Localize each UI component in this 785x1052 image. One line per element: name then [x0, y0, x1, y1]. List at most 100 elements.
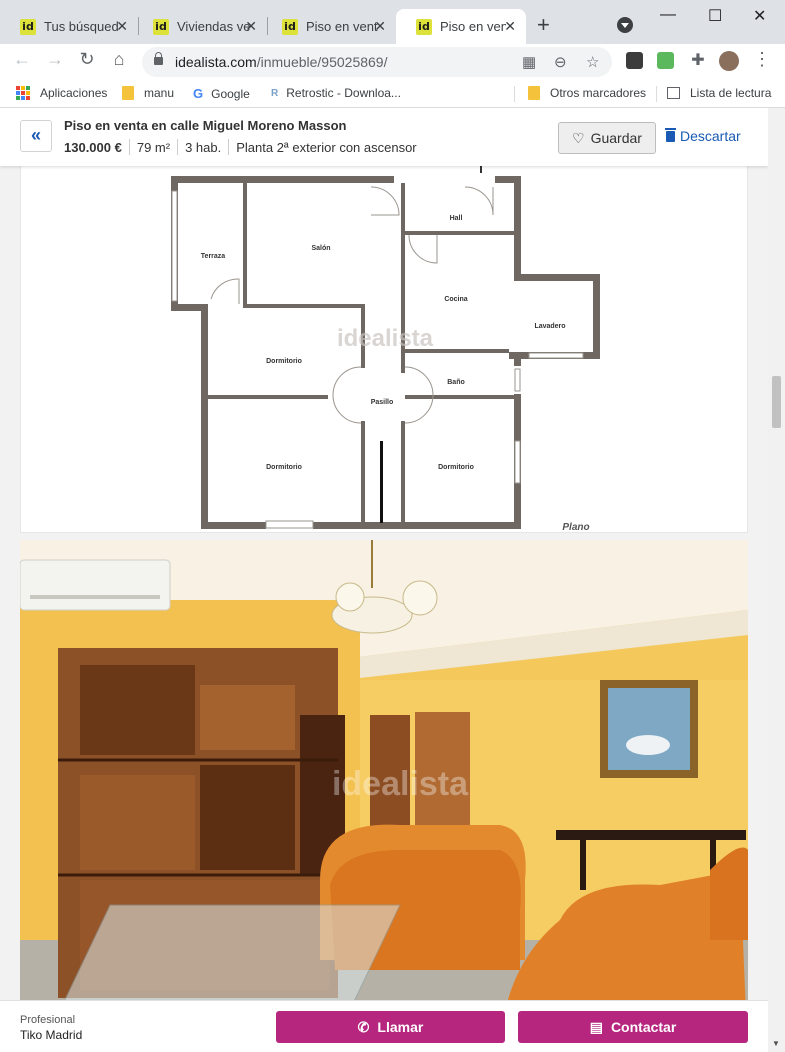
phone-icon: ✆: [357, 1018, 370, 1035]
price: 130.000 €: [64, 139, 122, 155]
idealista-favicon-icon: id: [20, 18, 36, 35]
room-label-bano: Baño: [447, 379, 465, 386]
discard-button[interactable]: Descartar: [665, 127, 741, 144]
advertiser-name: Tiko Madrid: [20, 1028, 83, 1042]
rooms: 3 hab.: [185, 139, 222, 155]
save-button[interactable]: ♡ Guardar: [558, 122, 656, 154]
idealista-favicon-icon: id: [153, 18, 169, 35]
room-label-salon: Salón: [311, 245, 330, 252]
folder-icon: [528, 86, 540, 100]
contact-label: Contactar: [610, 1019, 677, 1035]
room-label-terraza: Terraza: [201, 253, 225, 260]
bookmark-label: Google: [211, 86, 250, 101]
browser-window: id Tus búsqued ✕ id Viviendas ve ✕ id Pi…: [0, 0, 785, 1052]
url-path: /inmueble/95025869/: [256, 54, 388, 70]
close-tab-icon[interactable]: ✕: [116, 18, 128, 35]
back-icon[interactable]: ←: [10, 49, 34, 70]
reload-icon[interactable]: ↻: [75, 49, 99, 70]
tab-2[interactable]: id Viviendas ve ✕: [133, 9, 267, 44]
scroll-down-arrow-icon[interactable]: ▼: [772, 1039, 780, 1048]
minimize-icon[interactable]: —: [660, 6, 676, 24]
floorplan-svg: Hall Terraza Salón Cocina Lavadero Dormi…: [171, 161, 600, 533]
bookmark-label: manu: [144, 86, 175, 100]
room-label-dormitorio-2: Dormitorio: [266, 464, 302, 471]
watermark: idealista: [337, 325, 434, 352]
listing-photo-living-room[interactable]: idealista: [20, 540, 748, 1052]
listing-facts: 130.000 € 79 m² 3 hab. Planta 2ª exterio…: [64, 139, 417, 155]
qr-code-icon[interactable]: ▦: [522, 53, 536, 71]
call-button[interactable]: ✆ Llamar: [276, 1011, 505, 1043]
bookmark-manu[interactable]: manu: [122, 86, 174, 100]
tab-search-icon[interactable]: [617, 17, 633, 33]
zoom-icon[interactable]: ⊖: [554, 53, 567, 71]
contact-bar: Profesional Tiko Madrid ✆ Llamar ▤ Conta…: [0, 1000, 768, 1052]
listing-title: Piso en venta en calle Miguel Moreno Mas…: [64, 118, 347, 133]
tab-3[interactable]: id Piso en vent ✕: [262, 9, 396, 44]
extension-icon[interactable]: [626, 52, 643, 69]
bookmark-reading-list[interactable]: Lista de lectura: [667, 86, 771, 100]
bookmark-label: Lista de lectura: [690, 86, 772, 100]
call-label: Llamar: [377, 1019, 424, 1035]
contact-button[interactable]: ▤ Contactar: [518, 1011, 748, 1043]
room-label-cocina: Cocina: [444, 296, 467, 303]
listing-header: « Piso en venta en calle Miguel Moreno M…: [0, 108, 768, 166]
reading-list-icon: [667, 87, 680, 99]
room-label-pasillo: Pasillo: [371, 399, 394, 406]
floorplan-image[interactable]: Hall Terraza Salón Cocina Lavadero Dormi…: [20, 158, 748, 533]
close-tab-icon[interactable]: ✕: [374, 18, 386, 35]
browser-toolbar: ← → ↻ ⌂ idealista.com/inmueble/95025869/…: [0, 44, 785, 80]
new-tab-button[interactable]: +: [537, 12, 550, 38]
close-window-icon[interactable]: ✕: [753, 6, 766, 26]
discard-label: Descartar: [680, 128, 741, 144]
bookmark-star-icon[interactable]: ☆: [586, 53, 599, 71]
url-text[interactable]: idealista.com/inmueble/95025869/: [175, 54, 387, 70]
tab-1[interactable]: id Tus búsqued ✕: [0, 9, 138, 44]
google-icon: G: [193, 86, 204, 101]
menu-kebab-icon[interactable]: ⋮: [750, 49, 774, 70]
heart-icon: ♡: [572, 129, 585, 146]
folder-icon: [122, 86, 134, 100]
bookmarks-bar: Aplicaciones manu G Google R Retrostic -…: [0, 80, 785, 108]
maximize-icon[interactable]: ☐: [708, 6, 722, 26]
tab-4-active[interactable]: id Piso en vent ✕: [396, 9, 526, 44]
room-label-dormitorio-3: Dormitorio: [438, 464, 474, 471]
bookmark-label: Retrostic - Downloa...: [286, 86, 401, 100]
page-scrollbar[interactable]: ▼: [768, 108, 785, 1052]
address-bar[interactable]: idealista.com/inmueble/95025869/ ▦ ⊖ ☆: [142, 47, 612, 77]
room-label-hall: Hall: [450, 215, 463, 222]
lock-icon[interactable]: [154, 52, 163, 65]
save-label: Guardar: [590, 130, 642, 146]
bookmark-label: Aplicaciones: [40, 86, 108, 100]
bookmark-apps[interactable]: Aplicaciones: [16, 86, 107, 100]
area: 79 m²: [136, 139, 171, 155]
back-to-list-button[interactable]: «: [20, 120, 52, 152]
bookmark-label: Otros marcadores: [550, 86, 647, 100]
url-domain: idealista.com: [175, 54, 257, 70]
floorplan-caption: Plano: [562, 522, 589, 533]
profile-avatar-icon[interactable]: [719, 51, 739, 71]
bookmark-retrostic[interactable]: R Retrostic - Downloa...: [271, 86, 401, 100]
tab-title: Piso en vent: [440, 19, 506, 34]
tab-title: Tus búsqued: [44, 19, 119, 34]
scrollbar-thumb[interactable]: [772, 376, 781, 428]
apps-grid-icon: [16, 86, 30, 100]
living-room-photo-svg: idealista: [20, 540, 748, 1052]
retrostic-icon: R: [271, 87, 279, 99]
floor: Planta 2ª exterior con ascensor: [236, 139, 417, 155]
extension-icon[interactable]: [657, 52, 674, 69]
advertiser-type: Profesional: [20, 1014, 76, 1026]
chat-icon: ▤: [589, 1018, 603, 1035]
page-content: « Piso en venta en calle Miguel Moreno M…: [0, 108, 768, 1052]
forward-icon[interactable]: →: [43, 49, 67, 70]
photo-watermark: idealista: [332, 765, 469, 803]
close-tab-icon[interactable]: ✕: [245, 18, 257, 35]
home-icon[interactable]: ⌂: [107, 49, 131, 70]
trash-icon: [665, 127, 676, 142]
bookmark-google[interactable]: G Google: [193, 86, 250, 101]
bookmark-otros[interactable]: Otros marcadores: [528, 86, 646, 100]
idealista-favicon-icon: id: [416, 18, 432, 35]
tab-strip: id Tus búsqued ✕ id Viviendas ve ✕ id Pi…: [0, 0, 785, 44]
extensions-puzzle-icon[interactable]: ✚: [686, 50, 710, 70]
room-label-dormitorio-1: Dormitorio: [266, 358, 302, 365]
close-tab-icon[interactable]: ✕: [504, 18, 516, 35]
